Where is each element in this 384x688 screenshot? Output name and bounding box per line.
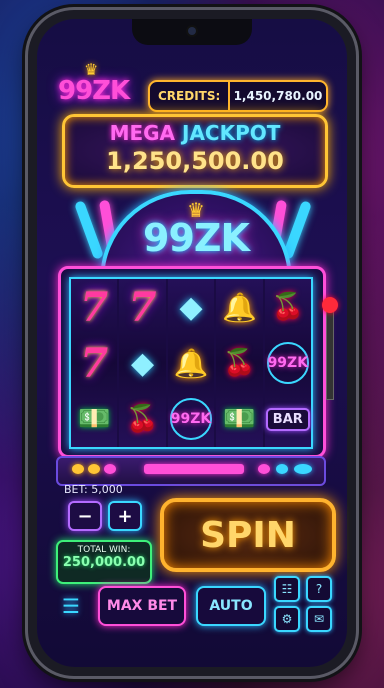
- reel-1: 7 7 💵: [71, 279, 118, 447]
- spin-button[interactable]: SPIN: [160, 498, 336, 572]
- brand-logo-text: 99ZK: [58, 76, 130, 106]
- reel-cell: 99ZK: [265, 335, 311, 391]
- phone-notch: [132, 19, 252, 45]
- total-win-display: TOTAL WIN: 250,000.00: [56, 540, 152, 584]
- cherry-icon: 🍒: [223, 348, 256, 378]
- reel-cell: 🍒: [265, 279, 311, 335]
- auto-spin-button[interactable]: AUTO: [196, 586, 266, 626]
- reel-5: 🍒 99ZK BAR: [264, 279, 311, 447]
- brand-logo: ♛ 99ZK: [58, 60, 130, 106]
- reel-4: 🔔 🍒 💵: [216, 279, 263, 447]
- machine-console: [56, 456, 326, 486]
- cash-icon: 💵: [78, 404, 111, 434]
- reel-cell: ◆: [119, 335, 165, 391]
- help-icon[interactable]: ?: [306, 576, 332, 602]
- cherry-icon: 🍒: [126, 404, 159, 434]
- credits-label: CREDITS:: [150, 82, 230, 110]
- reel-cell: 7: [71, 335, 117, 391]
- bet-decrease-button[interactable]: −: [68, 501, 102, 531]
- marquee-logo: 99ZK: [143, 216, 250, 260]
- console-light: [88, 464, 100, 474]
- logo-symbol: 99ZK: [169, 398, 212, 440]
- paytable-icon[interactable]: ☷: [274, 576, 300, 602]
- jackpot-title-jackpot: JACKPOT: [182, 121, 281, 145]
- crown-icon: ♛: [84, 60, 98, 79]
- max-bet-button[interactable]: MAX BET: [98, 586, 186, 626]
- diamond-icon: ◆: [131, 345, 155, 381]
- spin-lever[interactable]: [322, 297, 338, 400]
- reel-cell: 7: [119, 279, 165, 335]
- reel-cell: 99ZK: [168, 391, 214, 447]
- reel-cell: 💵: [216, 391, 262, 447]
- jackpot-title-mega: MEGA: [109, 121, 176, 145]
- seven-symbol: 7: [80, 283, 109, 331]
- bell-icon: 🔔: [221, 290, 257, 324]
- menu-icon[interactable]: ☰: [62, 596, 82, 616]
- seven-symbol: 7: [128, 283, 157, 331]
- bell-icon: 🔔: [173, 346, 209, 380]
- jackpot-panel: MEGA JACKPOT 1,250,500.00: [62, 114, 328, 188]
- reel-3: ◆ 🔔 99ZK: [167, 279, 215, 447]
- reel-cell: 🔔: [168, 335, 214, 391]
- camera-icon: [188, 27, 196, 35]
- reel-cell: 🍒: [119, 391, 165, 447]
- logo-symbol: 99ZK: [266, 342, 309, 384]
- reel-cell: ◆: [168, 279, 214, 335]
- reel-cell: 🔔: [216, 279, 262, 335]
- diamond-icon: ◆: [179, 289, 203, 325]
- jackpot-title: MEGA JACKPOT: [65, 121, 325, 145]
- coin-slot: [144, 464, 244, 474]
- console-light: [72, 464, 84, 474]
- reel-2: 7 ◆ 🍒: [119, 279, 166, 447]
- cherry-icon: 🍒: [271, 292, 304, 322]
- reel-cell: 💵: [71, 391, 117, 447]
- reel-cell: 7: [71, 279, 117, 335]
- console-light: [276, 464, 288, 474]
- total-win-value: 250,000.00: [62, 555, 146, 570]
- console-light: [104, 464, 116, 474]
- reel-cell: 🍒: [216, 335, 262, 391]
- slot-machine: 7 7 💵 7 ◆ 🍒 ◆ 🔔 99ZK 🔔 🍒 💵 🍒 99ZK BAR: [58, 266, 326, 458]
- credits-display: CREDITS: 1,450,780.00: [148, 80, 328, 112]
- bet-increase-button[interactable]: +: [108, 501, 142, 531]
- bar-symbol: BAR: [265, 407, 310, 431]
- settings-icon[interactable]: ⚙: [274, 606, 300, 632]
- bet-label: BET: 5,000: [64, 483, 123, 496]
- console-light: [294, 464, 312, 474]
- jackpot-value: 1,250,500.00: [106, 147, 284, 175]
- credits-value: 1,450,780.00: [233, 89, 323, 103]
- total-win-label: TOTAL WIN:: [77, 545, 131, 555]
- seven-symbol: 7: [80, 339, 109, 387]
- cash-icon: 💵: [223, 404, 256, 434]
- reel-cell: BAR: [265, 391, 311, 447]
- reel-grid: 7 7 💵 7 ◆ 🍒 ◆ 🔔 99ZK 🔔 🍒 💵 🍒 99ZK BAR: [69, 277, 313, 449]
- lever-knob[interactable]: [322, 297, 338, 313]
- chat-icon[interactable]: ✉: [306, 606, 332, 632]
- console-light: [258, 464, 270, 474]
